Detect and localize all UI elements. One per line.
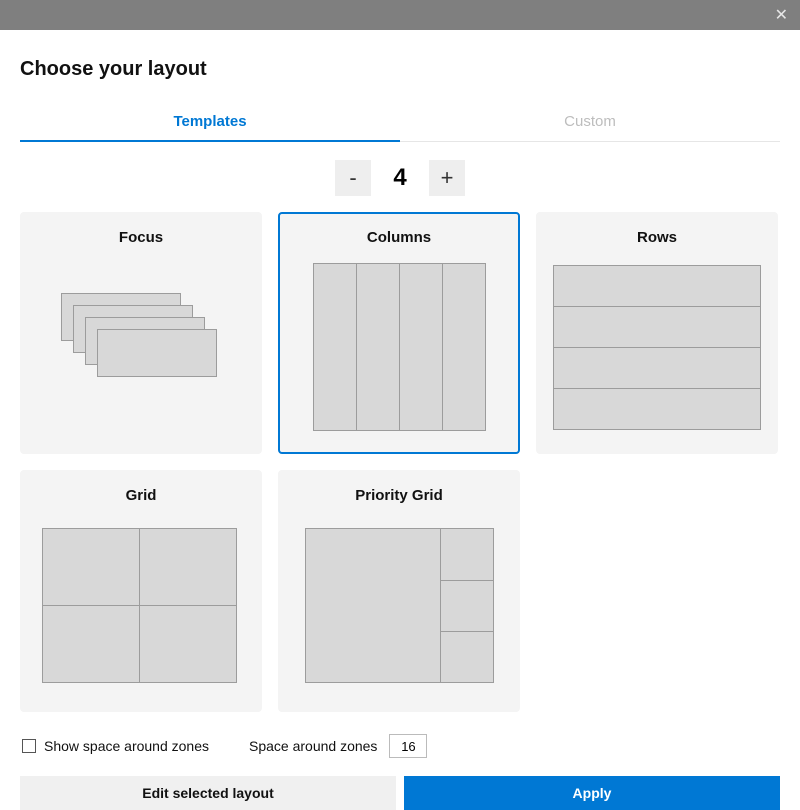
show-space-label: Show space around zones bbox=[44, 738, 209, 754]
row-cell-icon bbox=[553, 388, 761, 430]
increment-button[interactable]: + bbox=[429, 160, 465, 196]
column-cell-icon bbox=[313, 263, 357, 431]
template-label: Priority Grid bbox=[355, 487, 443, 504]
priority-main-cell-icon bbox=[305, 528, 441, 683]
show-space-checkbox-wrap[interactable]: Show space around zones bbox=[22, 738, 209, 754]
grid-cell-icon bbox=[139, 605, 237, 683]
column-cell-icon bbox=[356, 263, 400, 431]
titlebar: ✕ bbox=[0, 0, 800, 30]
options-row: Show space around zones Space around zon… bbox=[20, 734, 780, 758]
close-icon[interactable]: ✕ bbox=[775, 5, 788, 25]
columns-preview bbox=[280, 262, 518, 452]
template-rows[interactable]: Rows bbox=[536, 212, 778, 454]
row-cell-icon bbox=[553, 265, 761, 307]
grid-cell-icon bbox=[139, 528, 237, 606]
decrement-button[interactable]: - bbox=[335, 160, 371, 196]
tab-templates[interactable]: Templates bbox=[20, 105, 400, 142]
edit-layout-button[interactable]: Edit selected layout bbox=[20, 776, 396, 810]
template-columns[interactable]: Columns bbox=[278, 212, 520, 454]
grid-cell-icon bbox=[42, 605, 140, 683]
template-label: Grid bbox=[126, 487, 157, 504]
template-label: Focus bbox=[119, 229, 163, 246]
tab-custom[interactable]: Custom bbox=[400, 105, 780, 141]
template-priority-grid[interactable]: Priority Grid bbox=[278, 470, 520, 712]
action-row: Edit selected layout Apply bbox=[20, 776, 780, 810]
templates-grid: Focus Columns bbox=[20, 212, 780, 712]
template-focus[interactable]: Focus bbox=[20, 212, 262, 454]
column-cell-icon bbox=[399, 263, 443, 431]
focus-preview bbox=[21, 262, 261, 453]
priority-side-cell-icon bbox=[440, 528, 494, 581]
zone-count-stepper: - 4 + bbox=[20, 160, 780, 196]
priority-grid-preview bbox=[279, 520, 519, 711]
page-title: Choose your layout bbox=[20, 58, 780, 81]
zone-count-value: 4 bbox=[385, 164, 415, 192]
priority-side-cell-icon bbox=[440, 580, 494, 632]
focus-card-icon bbox=[97, 329, 217, 377]
apply-button[interactable]: Apply bbox=[404, 776, 780, 810]
priority-side-cell-icon bbox=[440, 631, 494, 683]
tab-bar: Templates Custom bbox=[20, 105, 780, 142]
space-label: Space around zones bbox=[249, 738, 377, 754]
dialog-content: Choose your layout Templates Custom - 4 … bbox=[0, 30, 800, 810]
grid-cell-icon bbox=[42, 528, 140, 606]
rows-preview bbox=[537, 262, 777, 453]
grid-preview bbox=[21, 520, 261, 711]
template-grid[interactable]: Grid bbox=[20, 470, 262, 712]
template-label: Rows bbox=[637, 229, 677, 246]
row-cell-icon bbox=[553, 347, 761, 389]
space-around-field: Space around zones 16 bbox=[249, 734, 427, 758]
row-cell-icon bbox=[553, 306, 761, 348]
column-cell-icon bbox=[442, 263, 486, 431]
template-label: Columns bbox=[367, 229, 431, 246]
space-value-input[interactable]: 16 bbox=[389, 734, 427, 758]
checkbox-icon[interactable] bbox=[22, 739, 36, 753]
